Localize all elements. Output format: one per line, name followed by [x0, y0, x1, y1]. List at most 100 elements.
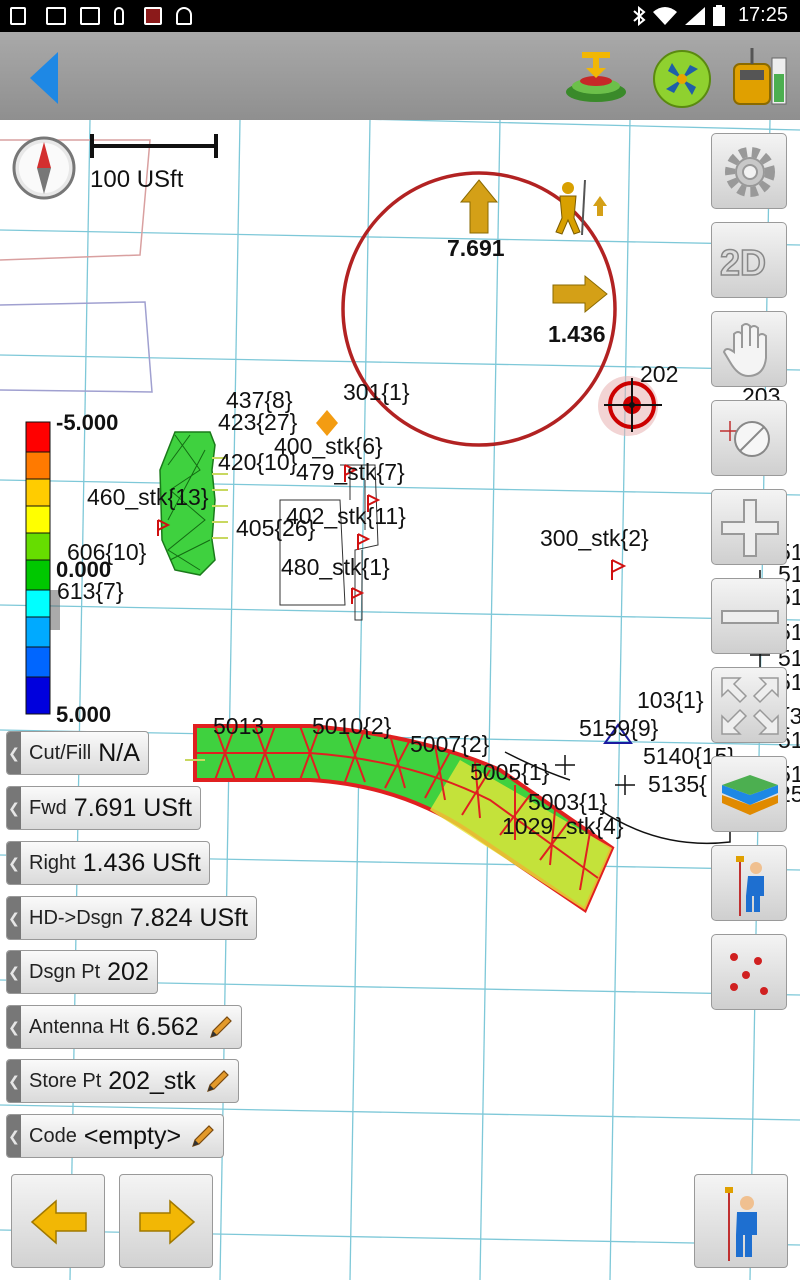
- status-time: 17:25: [737, 4, 788, 26]
- bluetooth-icon: [633, 6, 646, 26]
- collapse-chevron-icon: ❮: [7, 787, 21, 829]
- fwd-value: 7.691 USft: [73, 793, 192, 822]
- code-label: Code: [29, 1124, 77, 1147]
- boundary-outline: [0, 301, 153, 393]
- arrow-left-icon: [30, 1199, 87, 1245]
- label-300: 300_stk{2}: [540, 525, 649, 551]
- surveyor-icon: [725, 1187, 757, 1261]
- hand-icon: [722, 323, 767, 378]
- satellite-status-icon[interactable]: [652, 49, 712, 109]
- view-mode-toggle-button[interactable]: 2D: [711, 222, 787, 298]
- receiver-battery-icon[interactable]: [732, 46, 792, 110]
- scale-label: 100 USft: [90, 166, 184, 193]
- info-fwd[interactable]: ❮ Fwd 7.691 USft: [6, 786, 201, 830]
- label-103: 103{1}: [637, 687, 704, 713]
- zoom-extents-button[interactable]: [711, 667, 787, 743]
- forward-value: 7.691: [447, 235, 505, 261]
- pencil-icon[interactable]: [204, 1067, 232, 1095]
- label-5159: 5159{9}: [579, 715, 659, 741]
- battery-icon: [713, 5, 725, 26]
- scale-bar: [90, 134, 218, 158]
- plus-icon: [721, 499, 779, 557]
- chess-icon: [114, 7, 124, 25]
- collapse-chevron-icon: ❮: [7, 951, 21, 993]
- pencil-icon[interactable]: [207, 1013, 235, 1041]
- pencil-icon[interactable]: [189, 1122, 217, 1150]
- pan-button[interactable]: [711, 311, 787, 387]
- legend-top-value: -5.000: [56, 410, 119, 435]
- gear-icon: [725, 147, 775, 197]
- hd-dsgn-label: HD->Dsgn: [29, 906, 123, 929]
- info-dsgn-pt[interactable]: ❮ Dsgn Pt 202: [6, 950, 158, 994]
- surveyor-position-icon: [555, 179, 607, 236]
- label-301: 301{1}: [343, 379, 410, 405]
- info-hd-dsgn[interactable]: ❮ HD->Dsgn 7.824 USft: [6, 896, 258, 940]
- zoom-in-button[interactable]: [711, 489, 787, 565]
- label-5010: 5010{2}: [312, 713, 392, 739]
- android-icon: [176, 7, 192, 25]
- wifi-icon: [653, 7, 677, 25]
- previous-point-button[interactable]: [11, 1174, 105, 1268]
- info-antenna-ht[interactable]: ❮ Antenna Ht 6.562: [6, 1005, 242, 1049]
- mail-icon: [80, 7, 100, 25]
- layers-button[interactable]: [711, 756, 787, 832]
- map-view[interactable]: 202 203 437{8} 423{27} 301{1} 400_stk{6}…: [0, 120, 800, 1280]
- compass-icon[interactable]: [12, 136, 76, 200]
- hd-dsgn-value: 7.824 USft: [129, 903, 249, 932]
- collapse-chevron-icon: ❮: [7, 897, 21, 939]
- dsgn-pt-label: Dsgn Pt: [29, 960, 101, 983]
- app-icon: [144, 7, 162, 25]
- label-423: 423{27}: [218, 409, 298, 435]
- label-5013: 5013: [213, 713, 264, 739]
- svg-text:2D: 2D: [720, 242, 766, 283]
- label-1029: 1029_stk{4}: [502, 813, 624, 839]
- expand-arrows-icon: [721, 677, 779, 735]
- fwd-label: Fwd: [29, 796, 67, 819]
- legend-mid-value: 0.000: [56, 557, 112, 582]
- store-pt-value: 202_stk: [108, 1066, 196, 1095]
- points-icon: [730, 953, 768, 995]
- info-store-pt[interactable]: ❮ Store Pt 202_stk: [6, 1059, 239, 1103]
- right-label: Right: [29, 851, 76, 874]
- map-canvas[interactable]: 202 203 437{8} 423{27} 301{1} 400_stk{6}…: [0, 120, 800, 1280]
- settings-button[interactable]: [711, 133, 787, 209]
- collapse-chevron-icon: ❮: [7, 1115, 21, 1157]
- collapse-chevron-icon: ❮: [7, 1060, 21, 1102]
- info-right[interactable]: ❮ Right 1.436 USft: [6, 841, 210, 885]
- layers-icon: [722, 775, 778, 815]
- surveyor-icon: [736, 856, 764, 916]
- minus-icon: [721, 610, 779, 624]
- antenna-ht-value: 6.562: [136, 1012, 199, 1041]
- sim-icon: [10, 7, 26, 25]
- cut-fill-color-legend: [25, 421, 51, 715]
- label-460: 460_stk{13}: [87, 484, 209, 510]
- measure-point-button[interactable]: [711, 845, 787, 921]
- measure-button[interactable]: [694, 1174, 788, 1268]
- label-420: 420{10}: [218, 449, 298, 475]
- label-479: 479_stk{7}: [296, 459, 405, 485]
- view-2d-icon: 2D: [719, 241, 767, 284]
- label-5005: 5005{1}: [470, 759, 550, 785]
- antenna-ht-label: Antenna Ht: [29, 1015, 130, 1038]
- label-5007: 5007{2}: [410, 731, 490, 757]
- points-button[interactable]: [711, 934, 787, 1010]
- label-480: 480_stk{1}: [281, 554, 390, 580]
- back-arrow-icon[interactable]: [26, 48, 66, 108]
- code-value: <empty>: [83, 1121, 182, 1150]
- info-code[interactable]: ❮ Code <empty>: [6, 1114, 225, 1158]
- forward-arrow-icon: [459, 179, 499, 234]
- stakeout-surface-icon[interactable]: [564, 48, 628, 108]
- zoom-out-button[interactable]: [711, 578, 787, 654]
- label-5135: 5135{: [648, 771, 707, 797]
- zoom-window-button[interactable]: [711, 400, 787, 476]
- cut-fill-label: Cut/Fill: [29, 741, 92, 764]
- right-value: 1.436: [548, 321, 606, 347]
- right-value: 1.436 USft: [82, 848, 201, 877]
- info-cut-fill[interactable]: ❮ Cut/Fill N/A: [6, 731, 149, 775]
- next-point-button[interactable]: [119, 1174, 213, 1268]
- collapse-chevron-icon: ❮: [7, 1006, 21, 1048]
- app-toolbar: [0, 32, 800, 120]
- dsgn-pt-value: 202: [107, 957, 149, 986]
- collapse-chevron-icon: ❮: [7, 842, 21, 884]
- label-202: 202: [640, 361, 678, 387]
